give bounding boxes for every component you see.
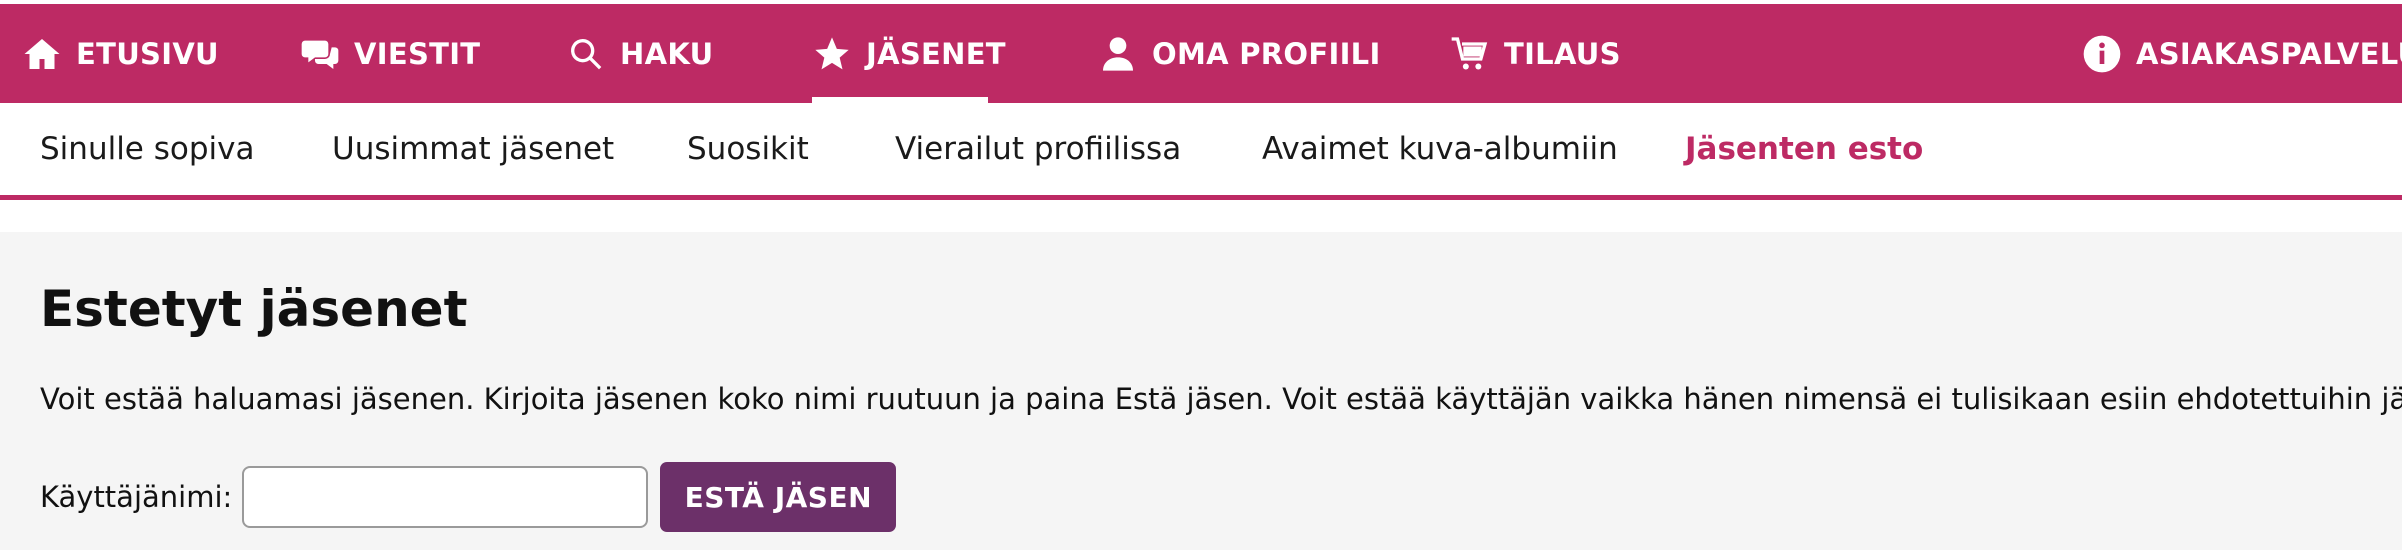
nav-tilaus[interactable]: TILAUS	[1450, 4, 1621, 103]
user-icon	[1098, 34, 1138, 74]
nav-haku-label: HAKU	[620, 36, 714, 71]
nav-etusivu[interactable]: ETUSIVU	[22, 4, 219, 103]
info-text: Voit estää haluamasi jäsenen. Kirjoita j…	[40, 382, 2402, 416]
top-navigation: ETUSIVU VIESTIT HAKU JÄSENET OMA PROFIIL…	[0, 0, 2402, 106]
nav-tilaus-label: TILAUS	[1504, 36, 1621, 71]
nav-oma-profiili[interactable]: OMA PROFIILI	[1098, 4, 1381, 103]
main-content: Estetyt jäsenet Voit estää haluamasi jäs…	[0, 232, 2402, 550]
page-title: Estetyt jäsenet	[40, 280, 468, 338]
nav-asiakaspalvelu[interactable]: ASIAKASPALVELU	[2082, 4, 2402, 103]
block-member-button[interactable]: ESTÄ JÄSEN	[660, 462, 897, 532]
subnav-jasenten-esto[interactable]: Jäsenten esto	[1685, 103, 1923, 195]
sub-navigation: Sinulle sopiva Uusimmat jäsenet Suosikit…	[0, 103, 2402, 200]
cart-icon	[1450, 34, 1490, 74]
nav-jasenet-label: JÄSENET	[866, 36, 1006, 71]
subnav-sinulle-sopiva[interactable]: Sinulle sopiva	[40, 103, 255, 195]
subnav-vierailut-profiilissa[interactable]: Vierailut profiilissa	[895, 103, 1181, 195]
nav-asiakaspalvelu-label: ASIAKASPALVELU	[2136, 36, 2402, 71]
nav-jasenet[interactable]: JÄSENET	[812, 4, 1006, 106]
search-icon	[566, 34, 606, 74]
subnav-avaimet-kuva-albumiin[interactable]: Avaimet kuva-albumiin	[1262, 103, 1618, 195]
nav-viestit-label: VIESTIT	[354, 36, 481, 71]
subnav-suosikit[interactable]: Suosikit	[687, 103, 809, 195]
username-label: Käyttäjänimi:	[40, 480, 233, 514]
star-icon	[812, 34, 852, 74]
info-icon	[2082, 34, 2122, 74]
username-input[interactable]	[242, 466, 649, 528]
subnav-uusimmat-jasenet[interactable]: Uusimmat jäsenet	[332, 103, 614, 195]
nav-oma-profiili-label: OMA PROFIILI	[1152, 36, 1381, 71]
nav-viestit[interactable]: VIESTIT	[300, 4, 480, 103]
chat-icon	[300, 34, 340, 74]
nav-haku[interactable]: HAKU	[566, 4, 713, 103]
home-icon	[22, 34, 62, 74]
block-member-form: Käyttäjänimi: ESTÄ JÄSEN	[40, 460, 897, 534]
nav-etusivu-label: ETUSIVU	[76, 36, 219, 71]
